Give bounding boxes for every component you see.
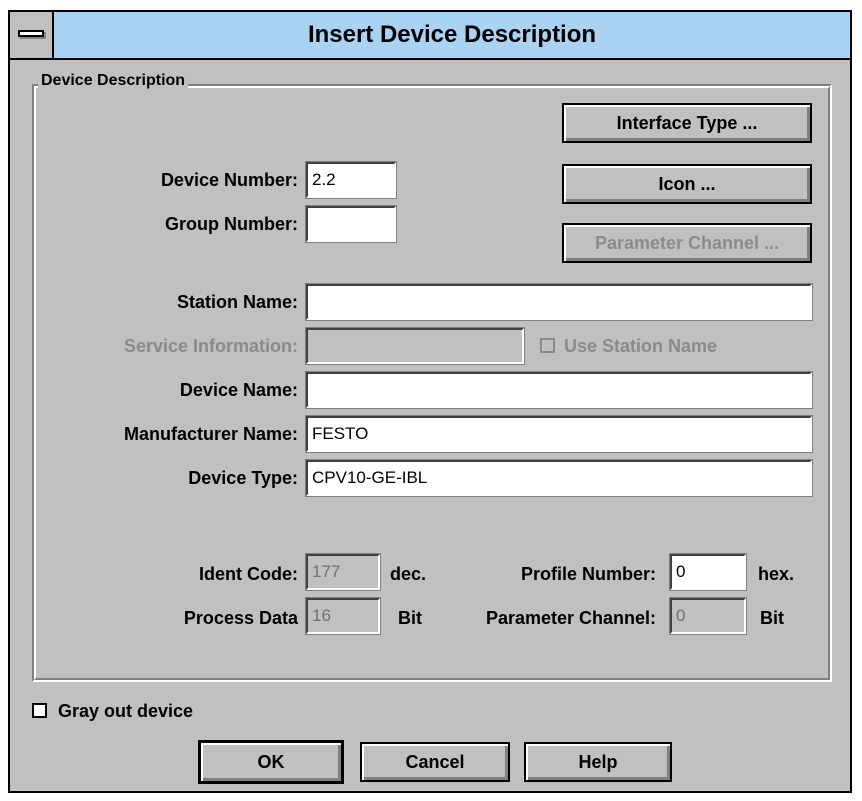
device-number-label: Device Number: [160,170,298,190]
group-number-label: Group Number: [165,214,298,234]
system-menu-icon [18,30,44,37]
profile-number-unit: hex. [758,564,795,584]
device-name-label: Device Name: [179,380,298,400]
ident-code-label: Ident Code: [199,564,298,584]
ok-button[interactable]: OK [198,740,344,784]
parameter-channel-label: Parameter Channel: [485,608,656,628]
station-name-input[interactable] [305,283,813,321]
profile-number-input[interactable]: 0 [669,553,747,591]
service-information-label: Service Information: [123,336,298,356]
process-data-input[interactable]: 16 [305,597,381,635]
use-station-name-checkbox[interactable] [540,338,555,353]
group-number-input[interactable] [305,205,397,243]
parameter-channel-input[interactable]: 0 [669,597,747,635]
process-data-label: Process Data [183,608,298,628]
station-name-label: Station Name: [176,292,298,312]
window-title: Insert Device Description [307,21,597,48]
interface-type-button[interactable]: Interface Type ... [562,103,812,143]
use-station-name-label: Use Station Name [564,336,718,356]
parameter-channel-unit: Bit [760,608,784,628]
device-number-input[interactable]: 2.2 [305,161,397,199]
parameter-channel-button[interactable]: Parameter Channel ... [562,223,812,263]
title-bar: Insert Device Description [10,12,850,60]
device-name-input[interactable] [305,371,813,409]
manufacturer-name-label: Manufacturer Name: [123,424,298,444]
manufacturer-name-input[interactable]: FESTO [305,415,813,453]
process-data-unit: Bit [398,608,422,628]
system-menu-button[interactable] [10,12,54,58]
device-type-label: Device Type: [188,468,298,488]
device-type-input[interactable]: CPV10-GE-IBL [305,459,813,497]
service-information-input[interactable] [305,327,525,365]
cancel-button[interactable]: Cancel [360,742,510,782]
ident-code-unit: dec. [390,564,427,584]
gray-out-device-checkbox[interactable] [32,703,47,718]
help-button[interactable]: Help [524,742,672,782]
group-title: Device Description [38,72,189,90]
profile-number-label: Profile Number: [520,564,656,584]
gray-out-device-label: Gray out device [58,701,194,721]
insert-device-description-dialog: Insert Device Description Device Descrip… [8,10,852,793]
ident-code-input[interactable]: 177 [305,553,381,591]
icon-button[interactable]: Icon ... [562,164,812,204]
